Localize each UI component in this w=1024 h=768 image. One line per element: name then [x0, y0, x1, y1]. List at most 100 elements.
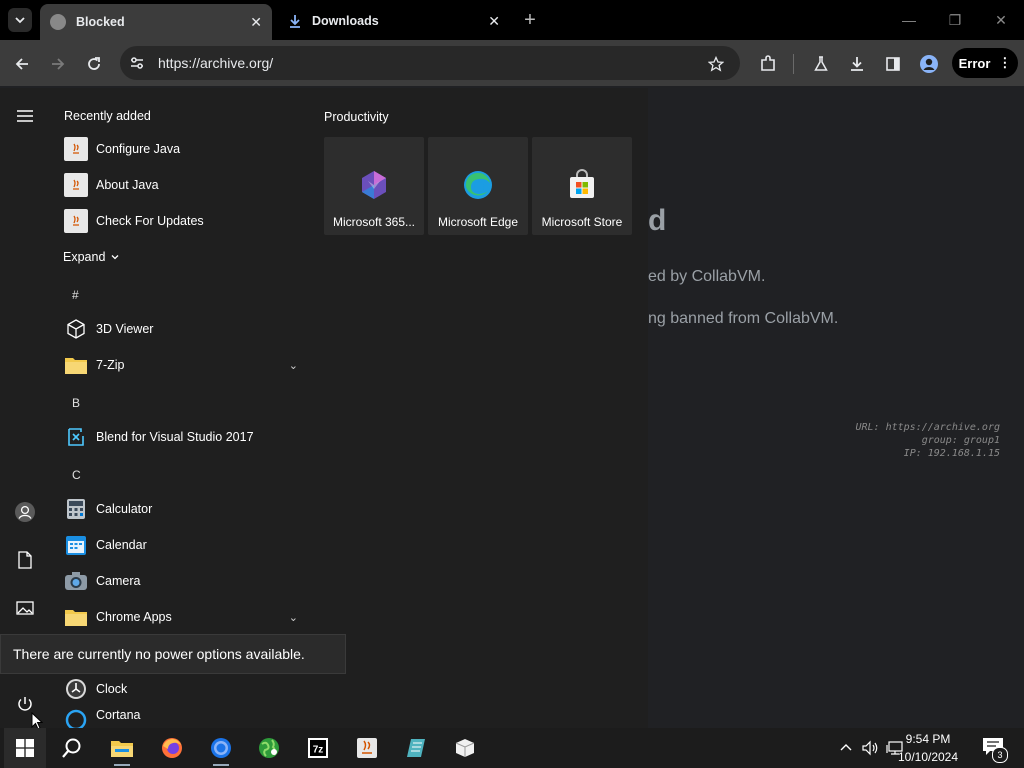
reload-button[interactable] [82, 52, 106, 76]
app-chrome-apps[interactable]: Chrome Apps ⌄ [62, 600, 306, 634]
taskbar-globe-app[interactable] [249, 728, 289, 768]
documents-icon[interactable] [13, 548, 37, 572]
action-center-button[interactable]: 3 [982, 737, 1008, 763]
forward-button[interactable] [46, 52, 70, 76]
clock-icon [64, 677, 88, 701]
tile-microsoft-store[interactable]: Microsoft Store [532, 137, 632, 235]
running-indicator [114, 764, 130, 766]
minimize-icon[interactable]: — [897, 10, 921, 30]
app-calendar[interactable]: Calendar [62, 528, 306, 562]
blocked-url-line: URL: https://archive.org [855, 422, 1001, 433]
file-explorer-icon [111, 741, 133, 757]
tile-label: Microsoft Edge [437, 215, 519, 229]
app-clock[interactable]: Clock [62, 672, 306, 706]
bookmark-star-icon[interactable] [704, 52, 728, 76]
app-camera[interactable]: Camera [62, 564, 306, 598]
app-label: About Java [96, 178, 159, 192]
pictures-icon[interactable] [13, 596, 37, 620]
taskbar-java[interactable] [347, 728, 387, 768]
close-icon[interactable]: ✕ [488, 13, 500, 30]
java-icon [64, 173, 88, 197]
taskbar-notebook-app[interactable] [396, 728, 436, 768]
labs-flask-icon[interactable] [809, 52, 833, 76]
cortana-icon [64, 708, 88, 728]
side-panel-icon[interactable] [881, 52, 905, 76]
svg-text:7z: 7z [313, 745, 324, 756]
calendar-icon [64, 533, 88, 557]
taskbar-firefox[interactable] [152, 728, 192, 768]
notebook-icon [407, 739, 425, 757]
java-icon [64, 137, 88, 161]
app-3d-viewer[interactable]: 3D Viewer [62, 312, 306, 346]
app-calculator[interactable]: Calculator [62, 492, 306, 526]
tile-microsoft-edge[interactable]: Microsoft Edge [428, 137, 528, 235]
tab-downloads[interactable]: Downloads ✕ [278, 6, 510, 36]
store-bag-icon [570, 169, 594, 198]
restore-icon[interactable]: ❐ [943, 10, 967, 30]
download-icon [290, 15, 300, 28]
volume-icon[interactable] [861, 739, 879, 757]
chevron-down-icon: ⌄ [288, 359, 298, 372]
downloads-icon[interactable] [845, 52, 869, 76]
calculator-icon [64, 497, 88, 521]
close-icon[interactable]: ✕ [250, 14, 262, 31]
java-icon [357, 738, 377, 758]
app-blend-vs2017[interactable]: Blend for Visual Studio 2017 [62, 420, 306, 454]
app-label: Configure Java [96, 142, 181, 156]
tile-label: Microsoft Store [541, 215, 623, 229]
app-label: Check For Updates [96, 214, 204, 228]
expand-button[interactable]: Expand [63, 250, 120, 264]
back-button[interactable] [10, 52, 34, 76]
taskbar-search-button[interactable] [52, 728, 92, 768]
arrow-left-icon [15, 58, 28, 70]
windows-logo-icon [16, 739, 34, 757]
group-header-c[interactable]: C [72, 468, 81, 482]
taskbar-clock-time[interactable]: 9:54 PM [888, 732, 968, 746]
app-configure-java[interactable]: Configure Java [62, 132, 306, 166]
taskbar-7zip[interactable]: 7z [298, 728, 338, 768]
app-label: Cortana [96, 708, 141, 722]
java-icon [64, 209, 88, 233]
taskbar-package-app[interactable] [445, 728, 485, 768]
app-check-for-updates[interactable]: Check For Updates [62, 204, 306, 238]
folder-icon [64, 605, 88, 629]
reload-icon [88, 57, 100, 70]
group-header-b[interactable]: B [72, 396, 80, 410]
user-account-icon[interactable] [13, 500, 37, 524]
microsoft-365-icon [362, 171, 386, 199]
app-cortana[interactable]: Cortana [62, 708, 306, 728]
hamburger-menu-icon[interactable] [13, 104, 37, 128]
app-label: Calculator [96, 502, 153, 516]
app-label: Clock [96, 682, 128, 696]
tile-microsoft-365[interactable]: Microsoft 365... [324, 137, 424, 235]
toolbar-divider [793, 54, 794, 74]
error-button[interactable]: Error ⋮ [952, 48, 1018, 78]
site-info-icon[interactable] [128, 54, 146, 72]
more-vert-icon: ⋮ [998, 55, 1012, 70]
package-box-icon [455, 739, 475, 757]
error-label: Error [958, 55, 991, 71]
firefox-icon [162, 738, 182, 758]
taskbar-file-explorer[interactable] [102, 728, 142, 768]
taskbar-chrome[interactable] [201, 728, 241, 768]
app-7-zip[interactable]: 7-Zip ⌄ [62, 348, 306, 382]
edge-icon [464, 171, 492, 199]
show-hidden-icons-chevron-icon[interactable] [838, 740, 854, 756]
url-text[interactable]: https://archive.org/ [158, 55, 273, 71]
start-button[interactable] [4, 728, 46, 768]
running-indicator [213, 764, 229, 766]
cube-icon [64, 317, 88, 341]
window-close-icon[interactable]: ✕ [989, 10, 1013, 30]
group-header-hash[interactable]: # [72, 288, 79, 302]
extensions-icon[interactable] [756, 52, 780, 76]
globe-icon [50, 14, 66, 30]
profile-avatar-icon[interactable] [917, 52, 941, 76]
taskbar-clock-date[interactable]: 10/10/2024 [888, 750, 968, 764]
arrow-right-icon [52, 58, 65, 70]
tab-blocked[interactable]: Blocked ✕ [40, 4, 272, 40]
tab-search-button[interactable] [8, 8, 32, 32]
tab-title: Downloads [312, 14, 379, 28]
blend-icon [64, 425, 88, 449]
new-tab-button[interactable]: + [520, 10, 540, 30]
app-about-java[interactable]: About Java [62, 168, 306, 202]
